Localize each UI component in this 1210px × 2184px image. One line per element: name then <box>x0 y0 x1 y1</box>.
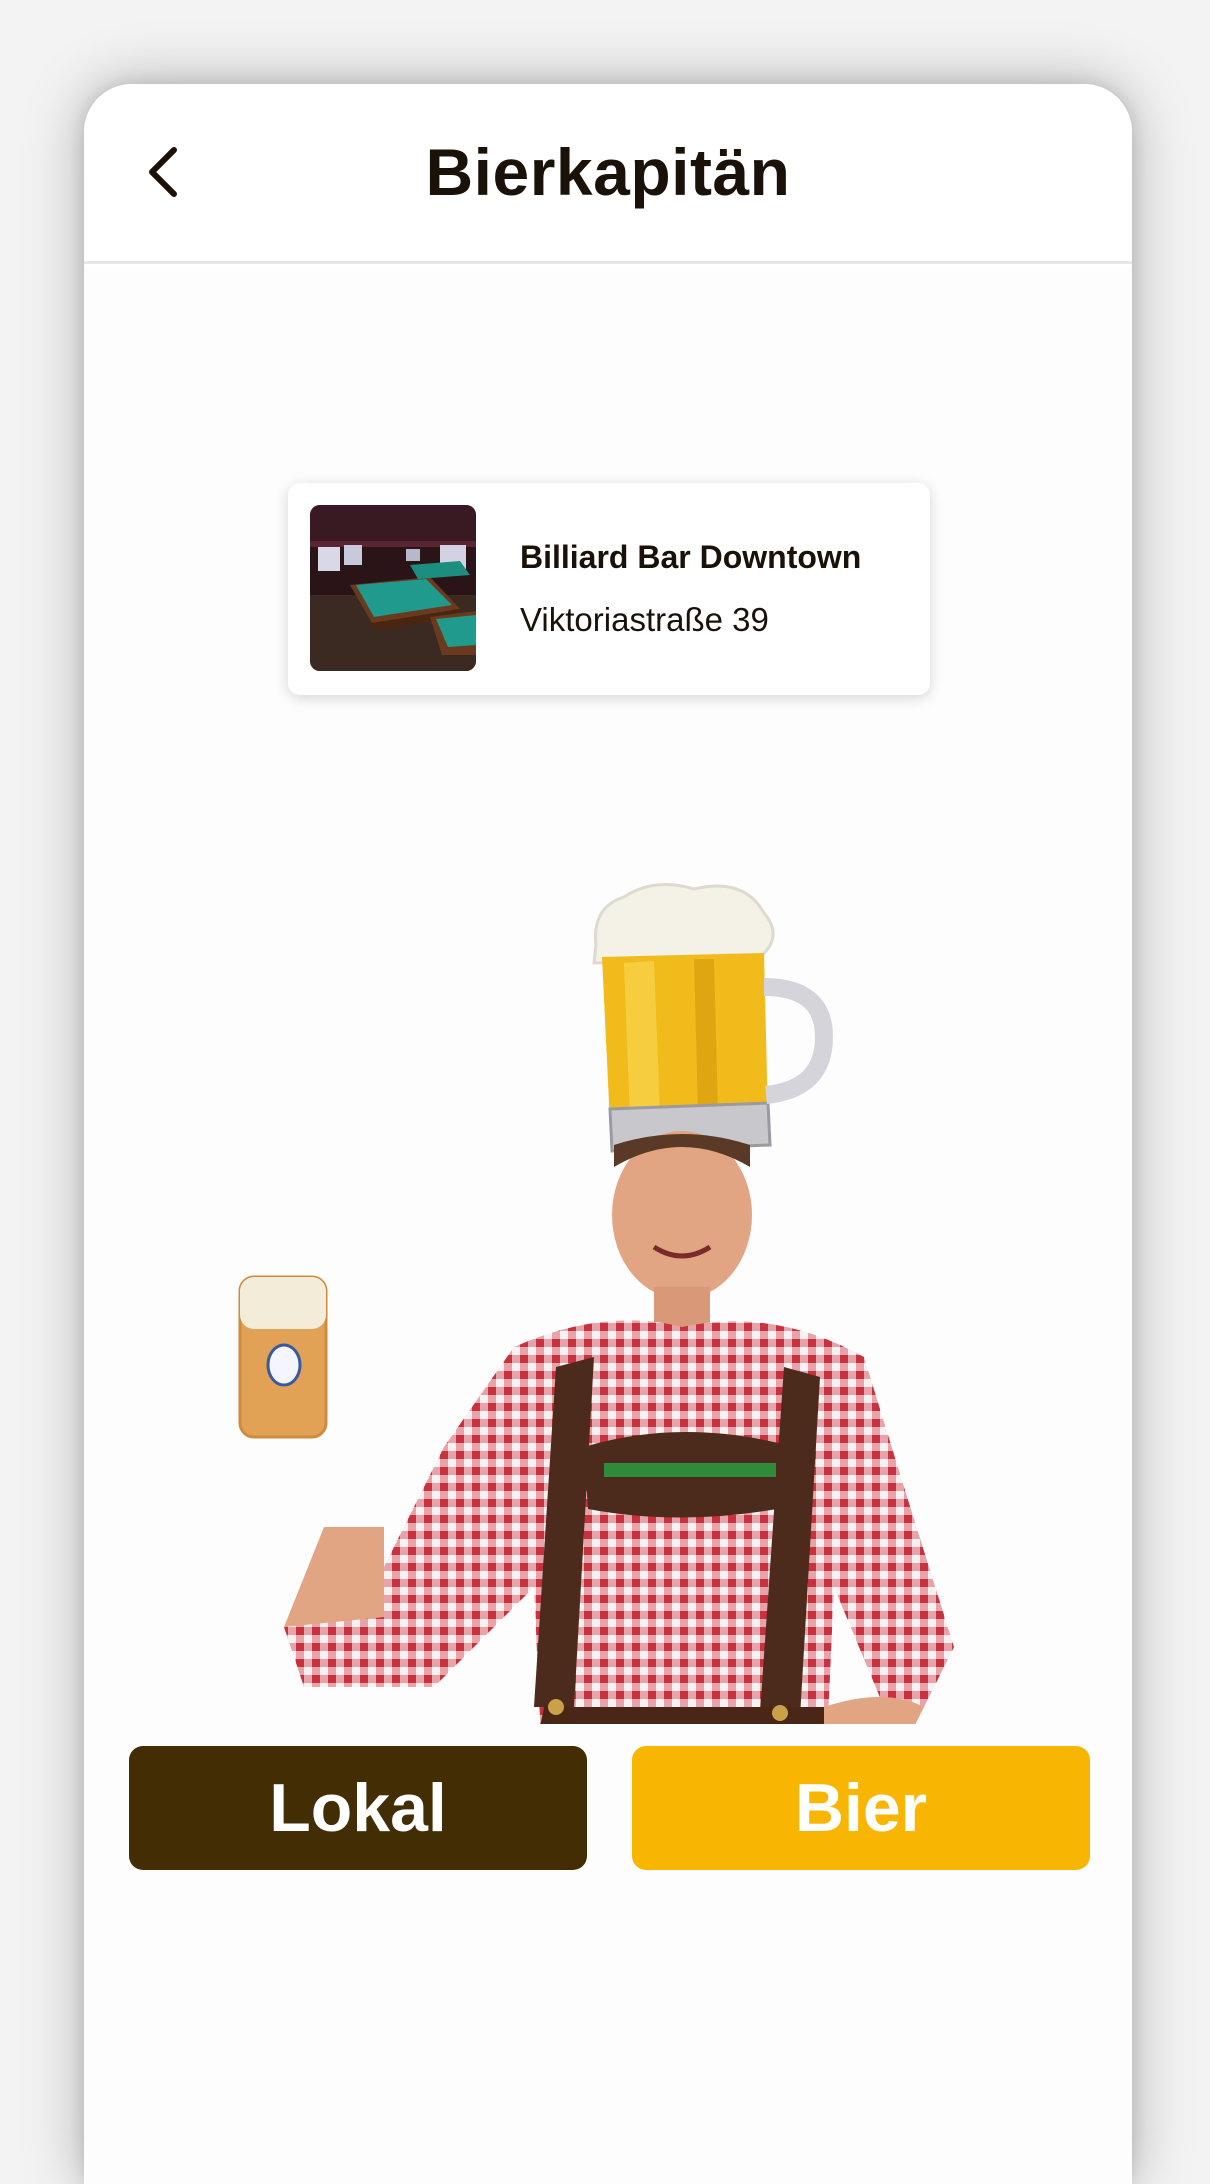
place-address: Viktoriastraße 39 <box>520 601 769 638</box>
place-thumbnail <box>310 505 476 671</box>
main-content: Billiard Bar Downtown Viktoriastraße 39 <box>84 267 1132 1807</box>
app-header: Bierkapitän <box>84 84 1132 264</box>
mascot-image <box>184 827 1024 1807</box>
action-bar: Lokal Bier <box>84 1724 1132 2184</box>
place-card[interactable]: Billiard Bar Downtown Viktoriastraße 39 <box>288 483 930 695</box>
lokal-button[interactable]: Lokal <box>129 1746 587 1870</box>
phone-frame: Bierkapitän Billiard Bar Downtown Viktor… <box>84 84 1132 2184</box>
page-title: Bierkapitän <box>425 135 791 209</box>
bier-button[interactable]: Bier <box>632 1746 1090 1870</box>
place-name: Billiard Bar Downtown <box>520 539 862 575</box>
